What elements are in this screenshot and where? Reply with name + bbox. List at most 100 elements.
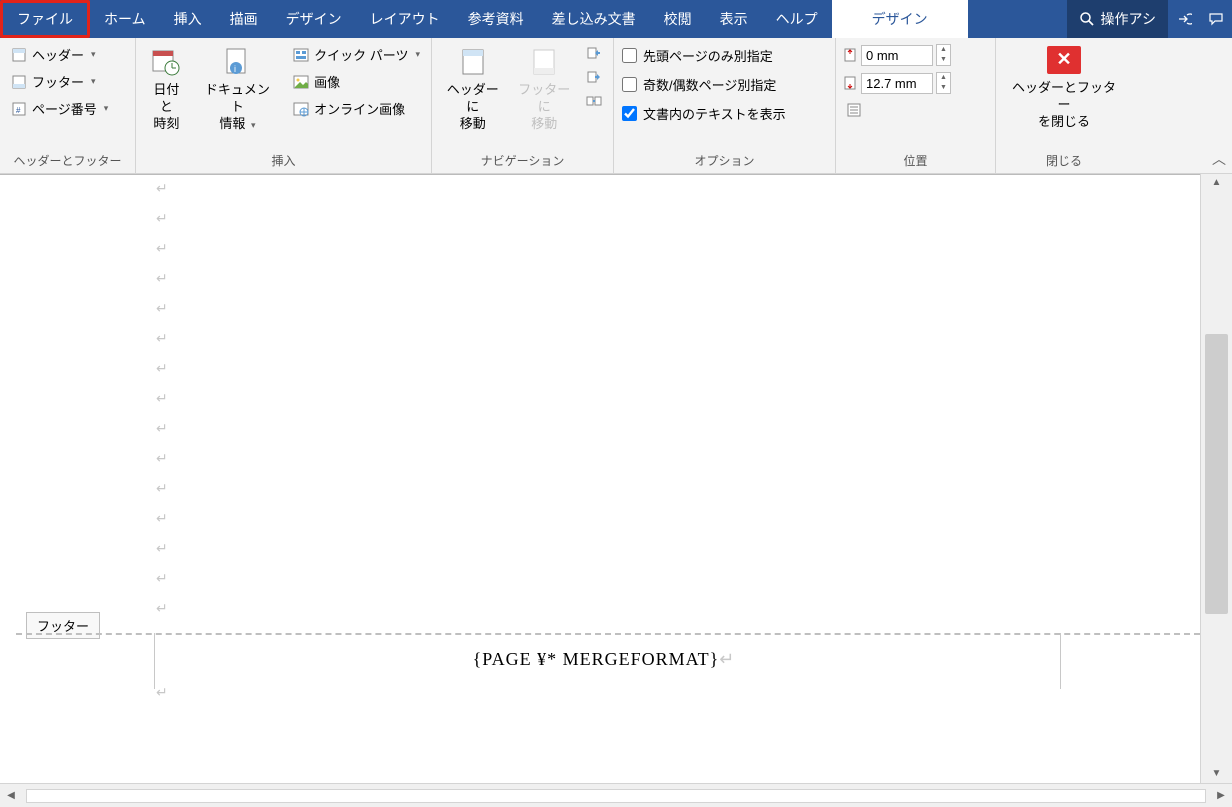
spin-up-icon[interactable]: ▲ xyxy=(937,45,950,55)
comments-button[interactable] xyxy=(1200,0,1232,38)
spin-up-icon[interactable]: ▲ xyxy=(937,73,950,83)
footer-boundary-line xyxy=(16,633,1200,635)
scroll-left-icon[interactable]: ◀ xyxy=(0,790,22,801)
document-info-label1: ドキュメント xyxy=(201,82,274,116)
paragraph-mark: ↵ xyxy=(156,361,168,378)
first-page-checkbox[interactable]: 先頭ページのみ別指定 xyxy=(620,42,788,69)
footer-from-bottom-icon xyxy=(842,75,858,91)
tab-design[interactable]: デザイン xyxy=(272,0,356,38)
collapse-ribbon-button[interactable]: ︿ xyxy=(1212,149,1226,169)
footer-button[interactable]: フッター ▾ xyxy=(6,69,113,94)
goto-header-button[interactable]: ヘッダーに 移動 xyxy=(438,42,508,137)
alignment-tab-icon xyxy=(846,102,862,118)
group-label: オプション xyxy=(620,149,829,173)
spin-down-icon[interactable]: ▼ xyxy=(937,55,950,65)
dropdown-arrow-icon: ▾ xyxy=(251,120,256,130)
document-info-icon: i xyxy=(221,46,253,78)
tab-mailings[interactable]: 差し込み文書 xyxy=(538,0,650,38)
svg-text:i: i xyxy=(234,64,236,74)
paragraph-mark: ↵ xyxy=(156,685,168,702)
tab-layout[interactable]: レイアウト xyxy=(356,0,454,38)
document-info-label2: 情報 xyxy=(219,116,245,131)
scroll-right-icon[interactable]: ▶ xyxy=(1210,790,1232,801)
page-number-label: ページ番号 xyxy=(32,99,97,118)
group-close: ✕ ヘッダーとフッター を閉じる 閉じる xyxy=(996,38,1132,173)
link-icon xyxy=(586,93,602,109)
group-header-footer: ヘッダー ▾ フッター ▾ # ページ番号 ▾ ヘッダーとフッター xyxy=(0,38,136,173)
odd-even-checkbox[interactable]: 奇数/偶数ページ別指定 xyxy=(620,71,788,98)
odd-even-label: 奇数/偶数ページ別指定 xyxy=(643,75,776,94)
spinner[interactable]: ▲▼ xyxy=(936,72,951,94)
footer-from-bottom-input[interactable] xyxy=(861,73,933,94)
page-number-icon: # xyxy=(11,101,27,117)
header-from-top-icon xyxy=(842,47,858,63)
header-from-top-input[interactable] xyxy=(861,45,933,66)
horizontal-scrollbar[interactable]: ◀ ▶ xyxy=(0,783,1232,807)
pictures-label: 画像 xyxy=(314,72,340,91)
quick-parts-label: クイック パーツ xyxy=(314,45,408,64)
tab-view[interactable]: 表示 xyxy=(706,0,762,38)
tab-file[interactable]: ファイル xyxy=(0,0,90,38)
share-icon xyxy=(1176,11,1192,27)
scroll-track[interactable] xyxy=(26,789,1206,803)
spinner[interactable]: ▲▼ xyxy=(936,44,951,66)
link-to-previous-button[interactable] xyxy=(581,90,607,112)
date-time-button[interactable]: 日付と 時刻 xyxy=(142,42,191,137)
tab-help[interactable]: ヘルプ xyxy=(762,0,832,38)
dropdown-arrow-icon: ▾ xyxy=(104,103,109,114)
paragraph-mark: ↵ xyxy=(156,241,168,258)
paragraph-mark: ↵ xyxy=(156,451,168,468)
header-icon xyxy=(11,47,27,63)
close-icon: ✕ xyxy=(1047,46,1081,74)
group-label: 閉じる xyxy=(1002,149,1126,173)
footer-field-code[interactable]: {PAGE ¥* MERGEFORMAT}↵ xyxy=(8,649,1200,670)
tell-me-label: 操作アシ xyxy=(1101,9,1156,29)
goto-header-icon xyxy=(457,46,489,78)
paragraph-mark: ↵ xyxy=(156,571,168,588)
dropdown-arrow-icon: ▾ xyxy=(91,49,96,60)
document-canvas[interactable]: ↵ ↵ ↵ ↵ ↵ ↵ ↵ ↵ ↵ ↵ ↵ ↵ ↵ ↵ ↵ フッター {PAGE… xyxy=(0,174,1200,783)
goto-footer-label2: 移動 xyxy=(531,116,557,133)
vertical-scrollbar[interactable]: ▲ ▼ xyxy=(1200,174,1232,783)
first-page-label: 先頭ページのみ別指定 xyxy=(643,46,773,65)
picture-icon xyxy=(293,74,309,90)
tell-me-search[interactable]: 操作アシ xyxy=(1067,0,1168,38)
quick-parts-button[interactable]: クイック パーツ ▾ xyxy=(288,42,425,67)
quick-parts-icon xyxy=(293,47,309,63)
tab-home[interactable]: ホーム xyxy=(90,0,160,38)
tab-references[interactable]: 参考資料 xyxy=(454,0,538,38)
pictures-button[interactable]: 画像 xyxy=(288,69,425,94)
document-info-button[interactable]: i ドキュメント 情報 ▾ xyxy=(195,42,280,137)
show-text-checkbox[interactable]: 文書内のテキストを表示 xyxy=(620,100,788,127)
spin-down-icon[interactable]: ▼ xyxy=(937,83,950,93)
chevron-up-icon: ︿ xyxy=(1212,151,1226,167)
group-label: ヘッダーとフッター xyxy=(6,149,129,173)
tab-draw[interactable]: 描画 xyxy=(216,0,272,38)
scroll-down-icon[interactable]: ▼ xyxy=(1201,765,1232,783)
search-icon xyxy=(1079,11,1095,27)
online-pictures-button[interactable]: オンライン画像 xyxy=(288,96,425,121)
close-header-footer-button[interactable]: ✕ ヘッダーとフッター を閉じる xyxy=(1002,42,1126,135)
insert-alignment-tab-button[interactable] xyxy=(842,100,866,120)
share-button[interactable] xyxy=(1168,0,1200,38)
paragraph-mark: ↵ xyxy=(156,601,168,618)
tab-review[interactable]: 校閲 xyxy=(650,0,706,38)
paragraph-mark: ↵ xyxy=(156,271,168,288)
page-number-button[interactable]: # ページ番号 ▾ xyxy=(6,96,113,121)
scroll-up-icon[interactable]: ▲ xyxy=(1201,174,1232,192)
header-button[interactable]: ヘッダー ▾ xyxy=(6,42,113,67)
previous-icon xyxy=(586,45,602,61)
previous-section-button[interactable] xyxy=(581,42,607,64)
scroll-thumb[interactable] xyxy=(1205,334,1228,614)
next-icon xyxy=(586,69,602,85)
paragraph-mark: ↵ xyxy=(156,391,168,408)
close-label2: を閉じる xyxy=(1038,114,1090,131)
online-pictures-label: オンライン画像 xyxy=(314,99,405,118)
tab-context-design[interactable]: デザイン xyxy=(832,0,968,38)
paragraph-mark: ↵ xyxy=(156,511,168,528)
group-navigation: ヘッダーに 移動 フッターに 移動 ナビゲーション xyxy=(432,38,614,173)
next-section-button[interactable] xyxy=(581,66,607,88)
tab-insert[interactable]: 挿入 xyxy=(160,0,216,38)
group-label: ナビゲーション xyxy=(438,149,607,173)
footer-label: フッター xyxy=(32,72,84,91)
